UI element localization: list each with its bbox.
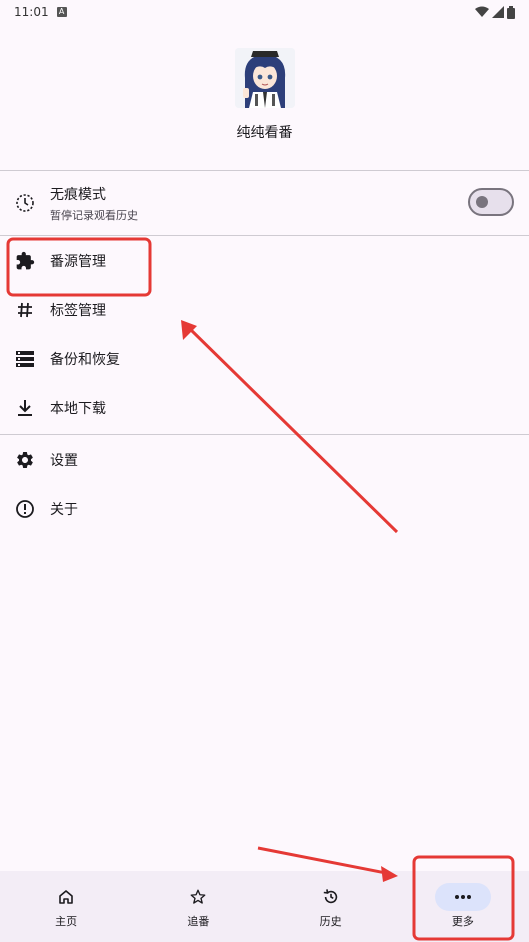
nav-more[interactable]: 更多 [397,871,529,942]
nav-label: 主页 [55,915,78,928]
nav-label: 更多 [451,915,474,928]
status-icons [475,5,515,19]
menu-item-label: 番源管理 [50,254,106,270]
more-icon [434,883,491,911]
status-bar: 11:01 A [0,0,529,24]
info-icon [13,497,37,521]
incognito-toggle[interactable] [468,188,514,216]
toggle-knob [476,196,488,208]
history-icon [303,883,359,911]
arrow-line-to-more-tab [257,846,387,875]
download-icon [13,396,37,420]
incognito-mode-row[interactable]: 无痕模式 暂停记录观看历史 [0,178,529,228]
menu-item-local-download[interactable]: 本地下载 [0,384,529,432]
divider [0,434,529,435]
a-icon: A [56,7,67,17]
menu-item-tag-management[interactable]: 标签管理 [0,286,529,334]
history-toggle-icon [13,191,37,215]
menu-item-label: 关于 [50,502,78,518]
menu-item-about[interactable]: 关于 [0,485,529,533]
bottom-navigation: 主页 追番 历史 更多 [0,871,529,942]
hashtag-icon [13,298,37,322]
menu-item-label: 本地下载 [50,401,106,417]
menu-item-backup-restore[interactable]: 备份和恢复 [0,335,529,383]
menu-item-label: 标签管理 [50,303,106,319]
avatar[interactable] [234,48,295,108]
menu-item-label: 设置 [50,453,78,469]
nav-history[interactable]: 历史 [265,871,397,942]
gear-icon [13,448,37,472]
storage-icon [13,347,37,371]
app-name: 纯纯看番 [236,125,293,141]
puzzle-icon [13,249,37,273]
nav-label: 历史 [319,915,342,928]
divider [0,235,529,236]
incognito-title: 无痕模式 [50,186,106,203]
status-time: 11:01 [14,5,49,19]
profile-header: 纯纯看番 [0,48,529,142]
menu-item-label: 备份和恢复 [50,352,120,368]
menu-item-settings[interactable]: 设置 [0,436,529,484]
home-icon [38,883,94,911]
nav-label: 追番 [187,915,210,928]
nav-following[interactable]: 追番 [132,871,264,942]
battery-icon [507,5,515,19]
wifi-icon [475,6,489,17]
star-icon [170,883,226,911]
nav-home[interactable]: 主页 [0,871,132,942]
menu-item-source-management[interactable]: 番源管理 [0,237,529,285]
divider [0,170,529,171]
signal-icon [492,6,504,18]
incognito-subtitle: 暂停记录观看历史 [50,208,138,222]
